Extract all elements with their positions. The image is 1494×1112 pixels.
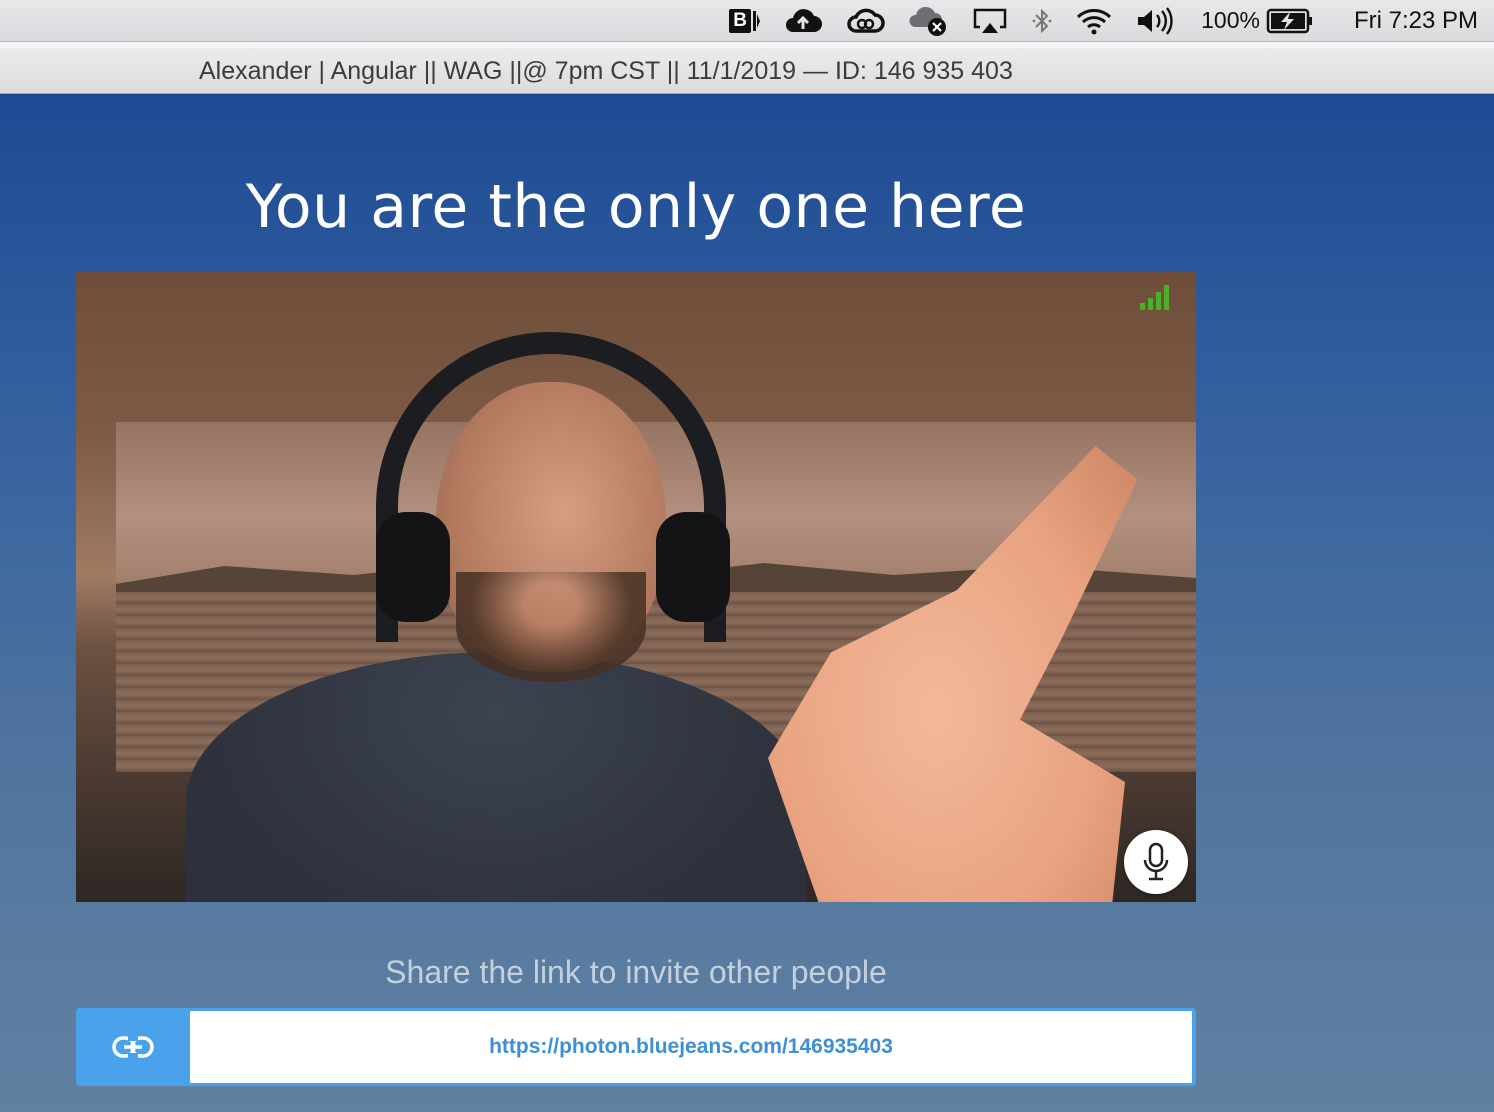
video-person-beard	[456, 572, 646, 682]
bi-icon[interactable]: B	[729, 0, 761, 42]
creative-cloud-icon[interactable]	[845, 0, 885, 42]
volume-icon[interactable]	[1135, 0, 1179, 42]
video-headphone-cup-right	[656, 512, 730, 622]
wifi-icon[interactable]	[1075, 0, 1113, 42]
copy-link-button[interactable]	[76, 1008, 189, 1086]
self-video-feed	[76, 272, 1196, 902]
window-title: Alexander | Angular || WAG ||@ 7pm CST |…	[199, 57, 1013, 85]
link-icon	[111, 1036, 154, 1058]
share-link-field[interactable]	[190, 1011, 1192, 1083]
menu-bar-clock[interactable]: Fri 7:23 PM	[1354, 0, 1478, 42]
meeting-view: You are the only one here Share the link…	[0, 94, 1494, 1112]
signal-bar	[1148, 298, 1153, 310]
battery-charging-icon	[1266, 8, 1314, 34]
menu-bar: B 100% Fri 7:23 PM	[0, 0, 1494, 42]
video-headphone-cup-left	[376, 512, 450, 622]
airplay-icon[interactable]	[971, 0, 1009, 42]
signal-bar	[1140, 303, 1145, 310]
signal-bar	[1156, 292, 1161, 310]
signal-strength-icon	[1140, 284, 1172, 310]
battery-percent: 100%	[1201, 7, 1260, 33]
battery-status[interactable]: 100%	[1201, 0, 1314, 42]
cloud-upload-icon[interactable]	[783, 0, 823, 42]
share-instructions: Share the link to invite other people	[385, 954, 887, 990]
share-link-box	[76, 1008, 1196, 1086]
cloud-offline-icon[interactable]	[907, 0, 949, 42]
bluetooth-icon[interactable]	[1031, 0, 1053, 42]
signal-bar	[1164, 285, 1169, 310]
window-title-bar[interactable]: Alexander | Angular || WAG ||@ 7pm CST |…	[0, 48, 1494, 94]
microphone-icon	[1143, 842, 1169, 881]
page-title: You are the only one here	[245, 172, 1027, 242]
microphone-button[interactable]	[1124, 830, 1188, 894]
